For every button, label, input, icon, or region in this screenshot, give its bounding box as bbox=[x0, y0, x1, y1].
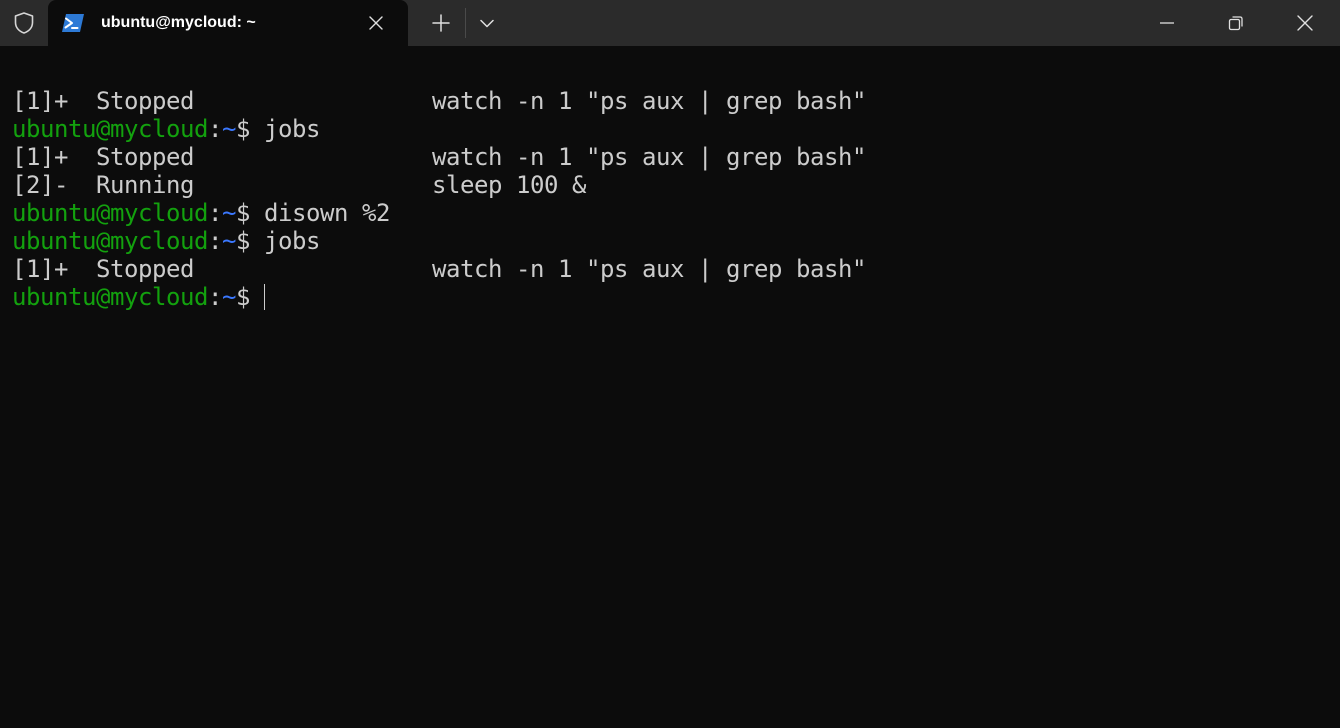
chevron-down-icon bbox=[480, 19, 494, 27]
terminal-output[interactable]: [1]+ Stopped watch -n 1 "ps aux | grep b… bbox=[0, 46, 1340, 728]
shield-icon bbox=[14, 12, 34, 34]
prompt-path: ~ bbox=[222, 283, 236, 311]
prompt-colon: : bbox=[208, 115, 222, 143]
text-cursor bbox=[264, 284, 265, 310]
powershell-icon bbox=[62, 14, 84, 32]
prompt-line: ubuntu@mycloud:~$ disown %2 bbox=[12, 199, 390, 227]
titlebar-divider bbox=[465, 8, 466, 38]
shield-button[interactable] bbox=[0, 0, 48, 46]
job-line: [1]+ Stopped bbox=[12, 143, 194, 171]
prompt-line: ubuntu@mycloud:~$ bbox=[12, 283, 264, 311]
close-window-button[interactable] bbox=[1270, 0, 1340, 46]
new-tab-button[interactable] bbox=[422, 5, 460, 41]
prompt-path: ~ bbox=[222, 227, 236, 255]
prompt-path: ~ bbox=[222, 115, 236, 143]
job-line: [2]- Running bbox=[12, 171, 194, 199]
prompt-user: ubuntu@mycloud bbox=[12, 199, 208, 227]
prompt-dollar: $ bbox=[236, 115, 264, 143]
minimize-icon bbox=[1160, 22, 1174, 24]
tab-ubuntu-mycloud[interactable]: ubuntu@mycloud: ~ bbox=[48, 0, 408, 46]
close-icon bbox=[369, 16, 383, 30]
prompt-colon: : bbox=[208, 227, 222, 255]
tab-title: ubuntu@mycloud: ~ bbox=[101, 14, 256, 31]
title-bar: ubuntu@mycloud: ~ bbox=[0, 0, 1340, 46]
profile-dropdown-button[interactable] bbox=[470, 5, 504, 41]
prompt-dollar: $ bbox=[236, 283, 264, 311]
prompt-user: ubuntu@mycloud bbox=[12, 283, 208, 311]
prompt-colon: : bbox=[208, 283, 222, 311]
job-command: watch -n 1 "ps aux | grep bash" bbox=[432, 255, 866, 283]
prompt-line: ubuntu@mycloud:~$ jobs bbox=[12, 115, 320, 143]
restore-icon bbox=[1228, 16, 1243, 31]
job-command: watch -n 1 "ps aux | grep bash" bbox=[432, 87, 866, 115]
command-text: jobs bbox=[264, 115, 320, 143]
command-text: disown %2 bbox=[264, 199, 390, 227]
close-icon bbox=[1297, 15, 1313, 31]
restore-button[interactable] bbox=[1201, 0, 1271, 46]
plus-icon bbox=[432, 14, 450, 32]
command-text: jobs bbox=[264, 227, 320, 255]
prompt-line: ubuntu@mycloud:~$ jobs bbox=[12, 227, 320, 255]
prompt-user: ubuntu@mycloud bbox=[12, 227, 208, 255]
prompt-dollar: $ bbox=[236, 227, 264, 255]
tab-close-button[interactable] bbox=[362, 9, 390, 37]
job-line: [1]+ Stopped bbox=[12, 87, 194, 115]
prompt-path: ~ bbox=[222, 199, 236, 227]
prompt-colon: : bbox=[208, 199, 222, 227]
prompt-user: ubuntu@mycloud bbox=[12, 115, 208, 143]
terminal-window: ubuntu@mycloud: ~ [1]+ Stopped watch -n … bbox=[0, 0, 1340, 728]
job-line: [1]+ Stopped bbox=[12, 255, 194, 283]
minimize-button[interactable] bbox=[1132, 0, 1202, 46]
job-command: sleep 100 & bbox=[432, 171, 586, 199]
prompt-dollar: $ bbox=[236, 199, 264, 227]
job-command: watch -n 1 "ps aux | grep bash" bbox=[432, 143, 866, 171]
